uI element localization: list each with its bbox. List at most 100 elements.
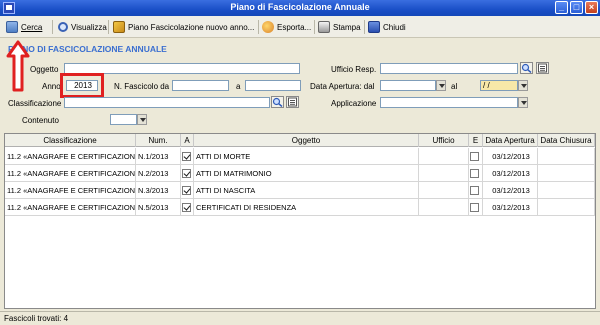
cerca-button[interactable]: Cerca — [6, 19, 42, 35]
oggetto-label: Oggetto — [30, 65, 59, 74]
table-row[interactable]: 11.2 «ANAGRAFE E CERTIFICAZIONE» N.2/201… — [5, 165, 595, 182]
cell-data-apertura: 03/12/2013 — [483, 148, 538, 165]
fascicoli-table[interactable]: Classificazione Num. A Oggetto Ufficio E… — [4, 133, 596, 309]
minimize-button[interactable]: _ — [555, 1, 568, 14]
cell-oggetto: ATTI DI NASCITA — [194, 182, 419, 199]
cell-classificazione: 11.2 «ANAGRAFE E CERTIFICAZIONE» — [5, 148, 136, 165]
e-checkbox[interactable] — [470, 186, 479, 195]
cell-num: N.3/2013 — [136, 182, 181, 199]
cell-e — [469, 165, 483, 182]
cell-a — [181, 165, 194, 182]
chiudi-label: Chiudi — [383, 22, 406, 32]
section-title: PIANO DI FASCICOLAZIONE ANNUALE — [8, 44, 167, 54]
cell-a — [181, 199, 194, 216]
ufficio-resp-label: Ufficio Resp. — [331, 65, 377, 74]
cell-oggetto: ATTI DI MATRIMONIO — [194, 165, 419, 182]
col-e[interactable]: E — [469, 134, 483, 147]
e-checkbox[interactable] — [470, 169, 479, 178]
dal-dropdown-arrow[interactable] — [436, 80, 446, 91]
cell-oggetto: CERTIFICATI DI RESIDENZA — [194, 199, 419, 216]
printer-icon — [318, 21, 330, 33]
ufficio-list-icon[interactable] — [536, 62, 549, 74]
cell-a — [181, 148, 194, 165]
cell-classificazione: 11.2 «ANAGRAFE E CERTIFICAZIONE» — [5, 199, 136, 216]
piano-nuovo-anno-label: Piano Fascicolazione nuovo anno... — [128, 22, 255, 32]
a-checkbox[interactable] — [182, 152, 191, 161]
cell-num: N.2/2013 — [136, 165, 181, 182]
n-fascicolo-da-input[interactable] — [172, 80, 229, 91]
contenuto-select[interactable] — [110, 114, 137, 125]
a-checkbox[interactable] — [182, 203, 191, 212]
cell-classificazione: 11.2 «ANAGRAFE E CERTIFICAZIONE» — [5, 165, 136, 182]
maximize-button[interactable]: □ — [570, 1, 583, 14]
cell-data-apertura: 03/12/2013 — [483, 182, 538, 199]
col-oggetto[interactable]: Oggetto — [194, 134, 419, 147]
close-button[interactable]: × — [585, 1, 598, 14]
red-arrow-annotation — [6, 40, 30, 92]
visualizza-label: Visualizza — [71, 22, 107, 32]
table-header: Classificazione Num. A Oggetto Ufficio E… — [5, 134, 595, 147]
col-data-apertura[interactable]: Data Apertura — [483, 134, 538, 147]
window-title: Piano di Fascicolazione Annuale — [230, 2, 370, 12]
al-label: al — [451, 82, 458, 91]
col-num[interactable]: Num. — [136, 134, 181, 147]
col-classificazione[interactable]: Classificazione — [5, 134, 136, 147]
stampa-label: Stampa — [333, 22, 361, 32]
cell-num: N.5/2013 — [136, 199, 181, 216]
classificazione-input[interactable] — [64, 97, 270, 108]
data-apertura-al-input[interactable]: / / — [480, 80, 518, 91]
toolbar: Cerca Visualizza Piano Fascicolazione nu… — [0, 16, 600, 38]
export-icon — [262, 21, 274, 33]
classificazione-label: Classificazione — [8, 99, 62, 108]
a-checkbox[interactable] — [182, 169, 191, 178]
applicazione-label: Applicazione — [331, 99, 377, 108]
stampa-button[interactable]: Stampa — [318, 19, 361, 35]
contenuto-label: Contenuto — [22, 116, 59, 125]
wand-icon — [113, 21, 125, 33]
classificazione-search-icon[interactable] — [271, 96, 284, 108]
ufficio-resp-input[interactable] — [380, 63, 518, 74]
applicazione-select[interactable] — [380, 97, 518, 108]
anno-label: Anno — [42, 82, 61, 91]
cell-data-chiusura — [538, 148, 595, 165]
cell-ufficio — [419, 199, 469, 216]
cell-a — [181, 182, 194, 199]
ufficio-search-icon[interactable] — [520, 62, 533, 74]
n-fascicolo-a-input[interactable] — [245, 80, 301, 91]
cell-e — [469, 182, 483, 199]
title-bar: Piano di Fascicolazione Annuale _ □ × — [0, 0, 600, 16]
al-dropdown-arrow[interactable] — [518, 80, 528, 91]
piano-nuovo-anno-button[interactable]: Piano Fascicolazione nuovo anno... — [113, 19, 254, 35]
magnifier-icon — [58, 22, 68, 32]
cell-e — [469, 199, 483, 216]
cell-data-apertura: 03/12/2013 — [483, 165, 538, 182]
door-exit-icon — [368, 21, 380, 33]
col-a[interactable]: A — [181, 134, 194, 147]
esporta-button[interactable]: Esporta... — [262, 19, 311, 35]
chiudi-button[interactable]: Chiudi — [368, 19, 406, 35]
n-fascicolo-da-label: N. Fascicolo da — [114, 82, 170, 91]
e-checkbox[interactable] — [470, 152, 479, 161]
table-row[interactable]: 11.2 «ANAGRAFE E CERTIFICAZIONE» N.3/201… — [5, 182, 595, 199]
cell-data-apertura: 03/12/2013 — [483, 199, 538, 216]
cell-num: N.1/2013 — [136, 148, 181, 165]
cell-data-chiusura — [538, 165, 595, 182]
search-folder-icon — [6, 21, 18, 33]
cell-data-chiusura — [538, 199, 595, 216]
e-checkbox[interactable] — [470, 203, 479, 212]
cell-oggetto: ATTI DI MORTE — [194, 148, 419, 165]
cell-ufficio — [419, 148, 469, 165]
visualizza-button[interactable]: Visualizza — [58, 19, 107, 35]
col-data-chiusura[interactable]: Data Chiusura — [538, 134, 595, 147]
cell-ufficio — [419, 165, 469, 182]
a-label: a — [236, 82, 241, 91]
col-ufficio[interactable]: Ufficio — [419, 134, 469, 147]
a-checkbox[interactable] — [182, 186, 191, 195]
status-bar: Fascicoli trovati: 4 — [0, 311, 600, 325]
applicazione-dropdown-arrow[interactable] — [518, 97, 528, 108]
classificazione-list-icon[interactable] — [286, 96, 299, 108]
data-apertura-dal-input[interactable] — [380, 80, 436, 91]
table-row[interactable]: 11.2 «ANAGRAFE E CERTIFICAZIONE» N.1/201… — [5, 148, 595, 165]
table-row[interactable]: 11.2 «ANAGRAFE E CERTIFICAZIONE» N.5/201… — [5, 199, 595, 216]
contenuto-dropdown-arrow[interactable] — [137, 114, 147, 125]
